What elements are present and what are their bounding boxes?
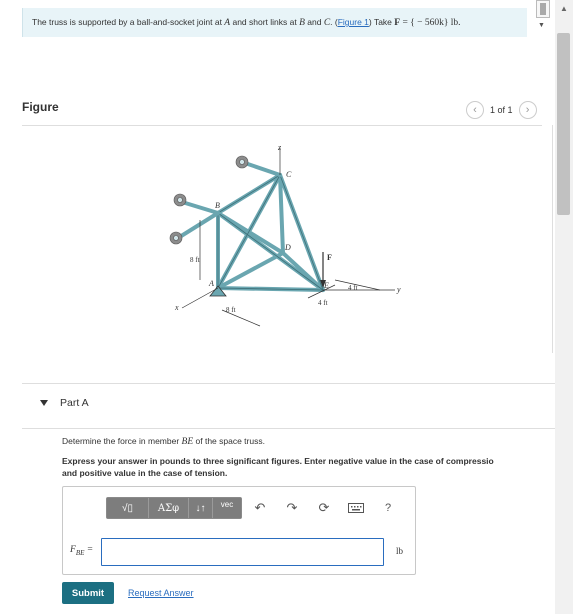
answer-label-eq: = [84, 545, 94, 555]
question-text: Determine the force in member BE of the … [62, 436, 265, 447]
problem-text: ) Take [368, 17, 395, 27]
figure-link[interactable]: Figure 1 [338, 17, 369, 27]
label-e: E [323, 281, 329, 290]
unit-label: lb [396, 546, 404, 556]
x-axis [181, 287, 219, 309]
dim-8ft-bottom: 8 ft [226, 306, 236, 314]
math-toolbar: √▯ ΑΣφ ↓↑ vec ↶ ↷ ⟳ ? [106, 497, 402, 519]
force-value: = { − 560k} lb. [400, 18, 461, 28]
answer-box: √▯ ΑΣφ ↓↑ vec ↶ ↷ ⟳ ? FBE = lb [62, 486, 416, 575]
greek-symbols-button[interactable]: ΑΣφ [149, 498, 189, 518]
chevron-down-icon[interactable]: ▼ [538, 22, 545, 29]
chevron-up-icon[interactable]: ▲ [555, 0, 573, 18]
label-d: D [284, 243, 291, 252]
divider [552, 125, 553, 353]
link-b2 [176, 211, 220, 240]
label-x: x [174, 303, 179, 312]
label-y: y [396, 285, 401, 294]
pager-text: 1 of 1 [490, 105, 513, 115]
part-a-title: Part A [60, 397, 89, 409]
answer-instructions: Express your answer in pounds to three s… [62, 455, 555, 479]
answer-label: FBE = [70, 545, 93, 557]
figure-pager: ‹ 1 of 1 › [466, 100, 537, 120]
submit-button[interactable]: Submit [62, 582, 114, 604]
page-scrollbar[interactable]: ▲ [555, 0, 573, 614]
divider [22, 125, 542, 126]
truss-figure: z C B D F A E x y 8 ft 8 ft 4 ft 4 ft [169, 143, 401, 327]
instructions-line: and positive value in the case of tensio… [62, 468, 228, 478]
chevron-right-icon[interactable]: › [518, 101, 537, 119]
redo-icon[interactable]: ↷ [278, 497, 306, 519]
instructions-line: Express your answer in pounds to three s… [62, 456, 494, 466]
problem-text: The truss is supported by a ball-and-soc… [32, 17, 225, 27]
link-b [180, 200, 220, 215]
divider [22, 383, 555, 384]
label-z: z [277, 143, 282, 152]
chevron-left-icon[interactable]: ‹ [466, 101, 484, 119]
dim-8ft-vertical: 8 ft [190, 256, 200, 264]
problem-text: and [304, 17, 324, 27]
member-label: BE [181, 437, 194, 447]
arrows-button[interactable]: ↓↑ [189, 498, 213, 518]
problem-statement: The truss is supported by a ball-and-soc… [22, 8, 527, 37]
help-button[interactable]: ? [374, 497, 402, 519]
templates-button[interactable]: √▯ [107, 498, 149, 518]
toolbar-group: √▯ ΑΣφ ↓↑ vec [106, 497, 242, 519]
reset-icon[interactable]: ⟳ [310, 497, 338, 519]
label-b: B [215, 201, 220, 210]
dim-4ft-right: 4 ft [348, 284, 358, 292]
figure-title: Figure [22, 100, 59, 114]
part-a-header[interactable]: Part A [40, 397, 89, 409]
problem-text: . ( [330, 17, 338, 27]
divider [22, 428, 555, 429]
problem-text: and short links at [230, 17, 300, 27]
vector-button[interactable]: vec [213, 498, 241, 518]
question-part: Determine the force in member [62, 436, 182, 446]
problem-scrollbar[interactable] [536, 0, 550, 18]
scrollbar-thumb[interactable] [557, 33, 570, 215]
keyboard-icon[interactable] [342, 497, 370, 519]
truss-member [216, 211, 285, 255]
dim-4ft-bottom: 4 ft [318, 299, 328, 307]
request-answer-link[interactable]: Request Answer [128, 588, 194, 598]
question-part: of the space truss. [193, 436, 265, 446]
label-f: F [327, 253, 332, 262]
undo-icon[interactable]: ↶ [246, 497, 274, 519]
label-c: C [286, 170, 292, 179]
answer-input[interactable] [101, 538, 384, 566]
label-a: A [208, 279, 214, 288]
collapse-triangle-icon[interactable] [40, 400, 48, 406]
